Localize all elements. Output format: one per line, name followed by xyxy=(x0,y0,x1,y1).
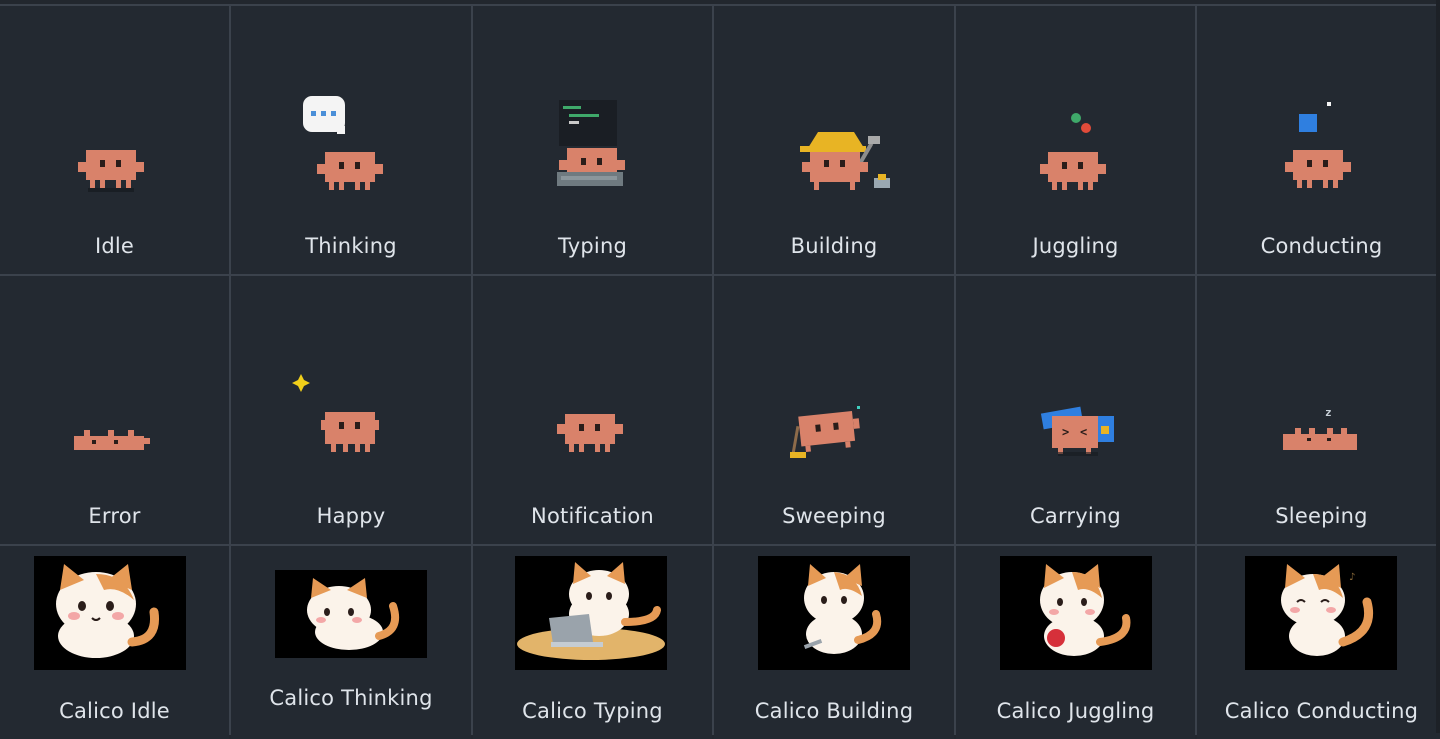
tile-calico-juggling[interactable]: Calico Juggling xyxy=(956,546,1195,739)
ball-icon xyxy=(1081,123,1091,133)
tile-label: Typing xyxy=(558,234,627,258)
tile-notification[interactable]: Notification xyxy=(473,276,712,544)
sparkle-icon xyxy=(292,374,310,392)
tile-label: Conducting xyxy=(1260,234,1383,258)
tile-label: Carrying xyxy=(1030,504,1121,528)
note-block-icon xyxy=(1299,114,1317,132)
tile-label: Calico Building xyxy=(754,699,914,723)
tile-label: Juggling xyxy=(1032,234,1119,258)
monitor-icon xyxy=(559,100,617,146)
calico-building-icon xyxy=(758,556,910,670)
tile-sleeping[interactable]: z Sleeping xyxy=(1197,276,1440,544)
speech-bubble-icon xyxy=(303,96,345,134)
zzz-icon: z xyxy=(1325,406,1332,419)
calico-conducting-icon: ♪ xyxy=(1245,556,1397,670)
tile-label: Calico Thinking xyxy=(269,686,433,710)
tile-calico-thinking[interactable]: Calico Thinking xyxy=(231,546,471,739)
tile-sweeping[interactable]: Sweeping xyxy=(714,276,954,544)
tile-calico-building[interactable]: Calico Building xyxy=(714,546,954,739)
tile-label: Building xyxy=(790,234,878,258)
tile-label: Calico Typing xyxy=(522,699,663,723)
tile-juggling[interactable]: Juggling xyxy=(956,6,1195,274)
svg-text:>: > xyxy=(1062,425,1069,439)
tile-building[interactable]: Building xyxy=(714,6,954,274)
tile-label: Calico Idle xyxy=(59,699,170,723)
tile-calico-typing[interactable]: Calico Typing xyxy=(473,546,712,739)
tile-label: Error xyxy=(88,504,141,528)
tile-carrying[interactable]: > < Carrying xyxy=(956,276,1195,544)
tile-label: Notification xyxy=(531,504,654,528)
calico-idle-icon xyxy=(34,556,186,670)
calico-thinking-icon xyxy=(275,570,427,658)
animation-gallery-grid: Idle Thinking Typing Building Juggling C… xyxy=(0,4,1440,739)
tile-thinking[interactable]: Thinking xyxy=(231,6,471,274)
tile-label: Sleeping xyxy=(1275,504,1368,528)
tile-label: Thinking xyxy=(305,234,397,258)
tile-error[interactable]: Error xyxy=(0,276,229,544)
tile-label: Idle xyxy=(94,234,135,258)
ball-icon xyxy=(1071,113,1081,123)
scrollbar[interactable] xyxy=(1436,0,1440,733)
music-note-icon: ♪ xyxy=(1349,572,1355,583)
svg-text:<: < xyxy=(1080,425,1087,439)
tile-calico-idle[interactable]: Calico Idle xyxy=(0,546,229,739)
tile-idle[interactable]: Idle xyxy=(0,6,229,274)
tile-typing[interactable]: Typing xyxy=(473,6,712,274)
block-icon xyxy=(874,174,890,188)
hard-hat-icon xyxy=(800,132,866,152)
calico-juggling-icon xyxy=(1000,556,1152,670)
tile-label: Happy xyxy=(316,504,386,528)
yarn-ball-icon xyxy=(1047,629,1065,647)
tile-label: Calico Juggling xyxy=(996,699,1155,723)
tile-happy[interactable]: Happy xyxy=(231,276,471,544)
calico-typing-icon xyxy=(515,556,667,670)
tile-conducting[interactable]: Conducting xyxy=(1197,6,1440,274)
tile-label: Sweeping xyxy=(782,504,886,528)
tile-label: Calico Conducting xyxy=(1224,699,1419,723)
tile-calico-conducting[interactable]: ♪ Calico Conducting xyxy=(1197,546,1440,739)
